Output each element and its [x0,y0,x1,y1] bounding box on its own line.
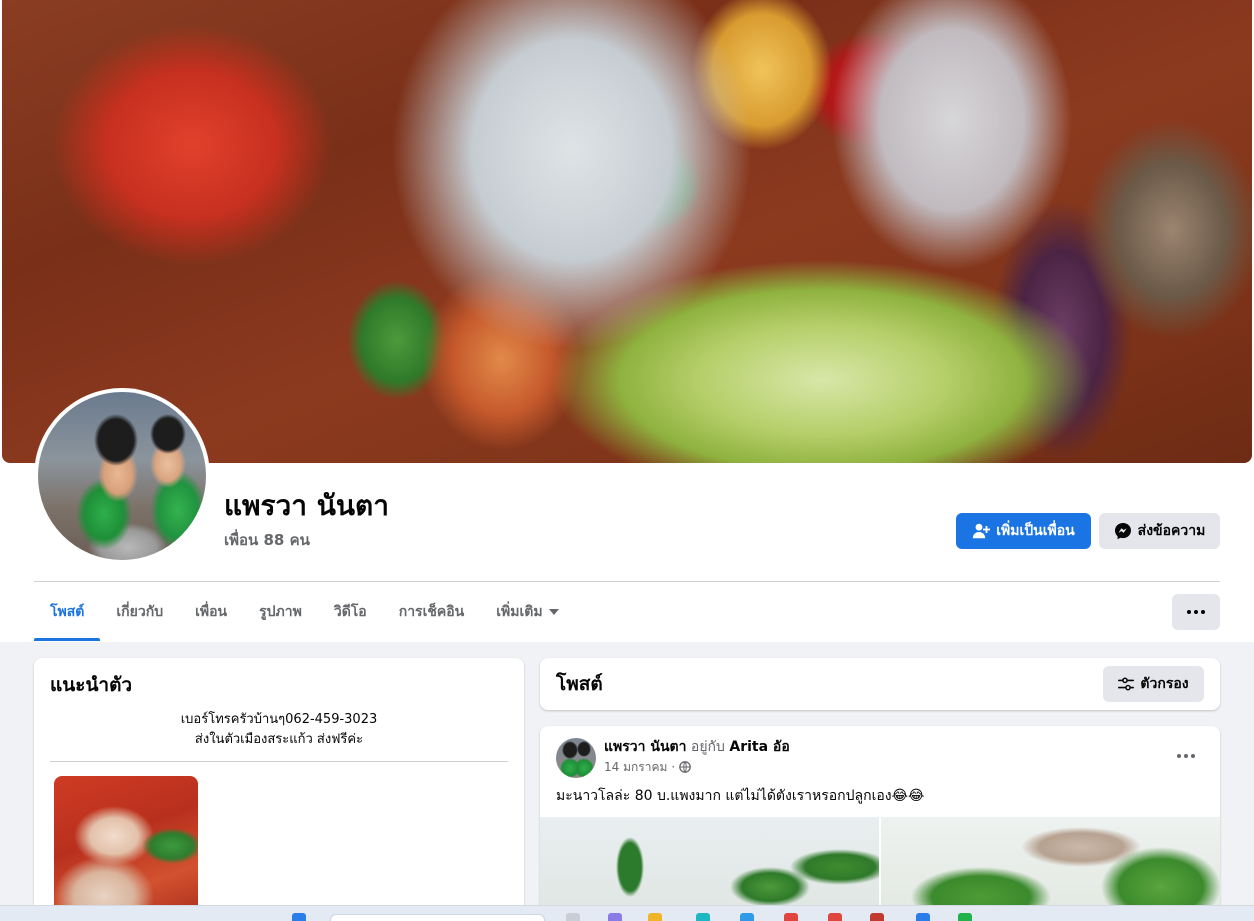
post-text: มะนาวโลล่ะ 80 บ.แพงมาก แต่ไม่ได้ตังเราหร… [556,788,925,804]
tab-about[interactable]: เกี่ยวกับ [100,583,179,641]
ellipsis-icon [1187,610,1191,614]
post-author-line: แพรวา นันตา อยู่กับ Arita อัอ [604,738,790,757]
intro-bio: เบอร์โทรครัวบ้านๆ062-459-3023 ส่งในตัวเม… [50,710,508,750]
post-meta: 14 มกราคม · [604,759,692,775]
send-message-label: ส่งข้อความ [1137,523,1206,539]
taskbar-app-icon[interactable] [870,913,884,921]
profile-avatar[interactable] [38,392,206,560]
post-tagged-name[interactable]: Arita อัอ [729,739,789,755]
post-card: แพรวา นันตา อยู่กับ Arita อัอ 14 มกราคม … [540,726,1220,921]
add-friend-label: เพิ่มเป็นเพื่อน [996,523,1075,539]
profile-name: แพรวา นันตา [224,489,389,522]
taskbar-app-icon[interactable] [916,913,930,921]
post-date[interactable]: 14 มกราคม [604,759,667,775]
featured-photo[interactable] [54,776,198,921]
taskbar-app-icon[interactable] [608,913,622,921]
caret-down-icon [548,609,559,615]
taskbar-search[interactable] [330,914,545,921]
post-options-button[interactable] [1170,744,1202,768]
globe-icon [679,761,692,773]
ellipsis-dot [1191,754,1195,758]
tab-label: การเช็คอิน [398,604,465,620]
taskbar-app-icon[interactable] [828,913,842,921]
taskbar-app-icon[interactable] [648,913,662,921]
ellipsis-dot [1184,754,1188,758]
sliders-icon [1118,677,1135,691]
tab-friends[interactable]: เพื่อน [179,583,243,641]
tab-label: รูปภาพ [259,604,302,620]
friends-count[interactable]: เพื่อน 88 คน [224,530,310,550]
intro-card: แนะนำตัว เบอร์โทรครัวบ้านๆ062-459-3023 ส… [34,658,524,921]
ellipsis-icon [1177,754,1181,758]
tab-posts[interactable]: โพสต์ [34,583,101,641]
intro-divider [50,761,508,762]
posts-title: โพสต์ [556,673,603,695]
profile-tabs: โพสต์ เกี่ยวกับ เพื่อน รูปภาพ วิดีโอ การ… [34,583,575,641]
tab-label: เพิ่มเติม [496,604,543,620]
posts-header-card: โพสต์ ตัวกรอง [540,658,1220,710]
tab-more[interactable]: เพิ่มเติม [480,583,574,641]
os-taskbar [0,905,1254,921]
bio-line: เบอร์โทรครัวบ้านๆ062-459-3023 [180,712,378,727]
add-friend-button[interactable]: เพิ่มเป็นเพื่อน [956,513,1091,549]
taskbar-app-icon[interactable] [696,913,710,921]
meta-separator: · [671,760,676,774]
profile-more-button[interactable] [1172,594,1220,630]
tab-label: วิดีโอ [333,604,367,620]
post-with-text: อยู่กับ [690,739,725,755]
taskbar-app-icon[interactable] [784,913,798,921]
filter-label: ตัวกรอง [1140,676,1189,692]
profile-header: แพรวา นันตา เพื่อน 88 คน เพิ่มเป็นเพื่อน… [0,0,1254,642]
post-author-name[interactable]: แพรวา นันตา [604,739,686,755]
taskbar-app-icon[interactable] [958,913,972,921]
tab-label: โพสต์ [50,604,85,620]
ellipsis-dot [1201,610,1205,614]
filter-button[interactable]: ตัวกรอง [1103,666,1204,702]
taskbar-app-icon[interactable] [566,913,580,921]
header-divider [34,581,1220,582]
bio-line: ส่งในตัวเมืองสระแก้ว ส่งฟรีค่ะ [194,732,364,747]
person-plus-icon [973,523,991,539]
send-message-button[interactable]: ส่งข้อความ [1099,513,1220,549]
post-author-avatar[interactable] [556,738,596,778]
taskbar-app-icon[interactable] [740,913,754,921]
messenger-icon [1114,523,1131,540]
tab-videos[interactable]: วิดีโอ [318,583,383,641]
tab-label: เพื่อน [195,604,228,620]
tab-photos[interactable]: รูปภาพ [243,583,318,641]
cover-photo[interactable] [2,0,1252,463]
tab-label: เกี่ยวกับ [116,604,164,620]
intro-title: แนะนำตัว [50,674,133,696]
start-icon[interactable] [292,913,306,921]
tab-checkins[interactable]: การเช็คอิน [383,583,481,641]
ellipsis-dot [1194,610,1198,614]
